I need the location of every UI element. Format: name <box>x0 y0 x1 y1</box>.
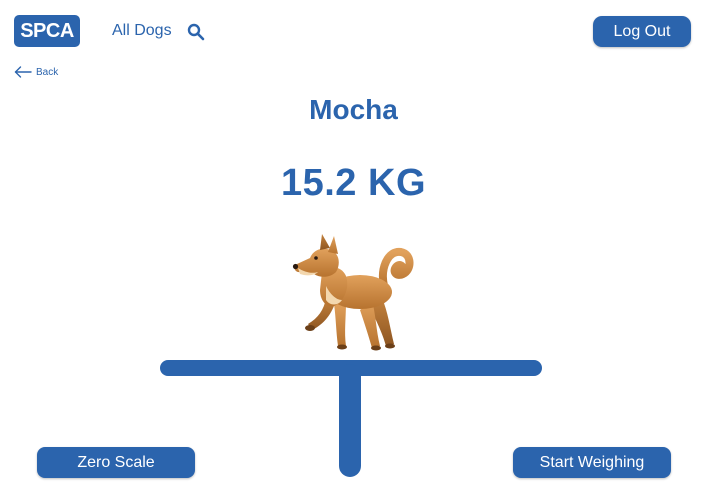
back-link[interactable]: Back <box>14 66 58 78</box>
nav-all-dogs-link[interactable]: All Dogs <box>112 22 172 40</box>
start-weighing-button[interactable]: Start Weighing <box>513 447 671 478</box>
weight-readout: 15.2 KG <box>280 162 427 204</box>
arrow-left-icon <box>14 66 32 78</box>
dog-name: Mocha <box>309 94 398 125</box>
search-icon[interactable] <box>187 23 205 41</box>
dog-icon <box>292 234 414 351</box>
logout-button[interactable]: Log Out <box>593 16 691 47</box>
logo-text: SPCA <box>20 19 74 42</box>
zero-scale-button[interactable]: Zero Scale <box>37 447 195 478</box>
weighing-screen: SPCA All Dogs Log Out Back Mocha 15.2 KG <box>0 0 707 496</box>
spca-logo[interactable]: SPCA <box>14 15 80 47</box>
back-label: Back <box>36 66 59 78</box>
scale-stand <box>339 364 361 477</box>
